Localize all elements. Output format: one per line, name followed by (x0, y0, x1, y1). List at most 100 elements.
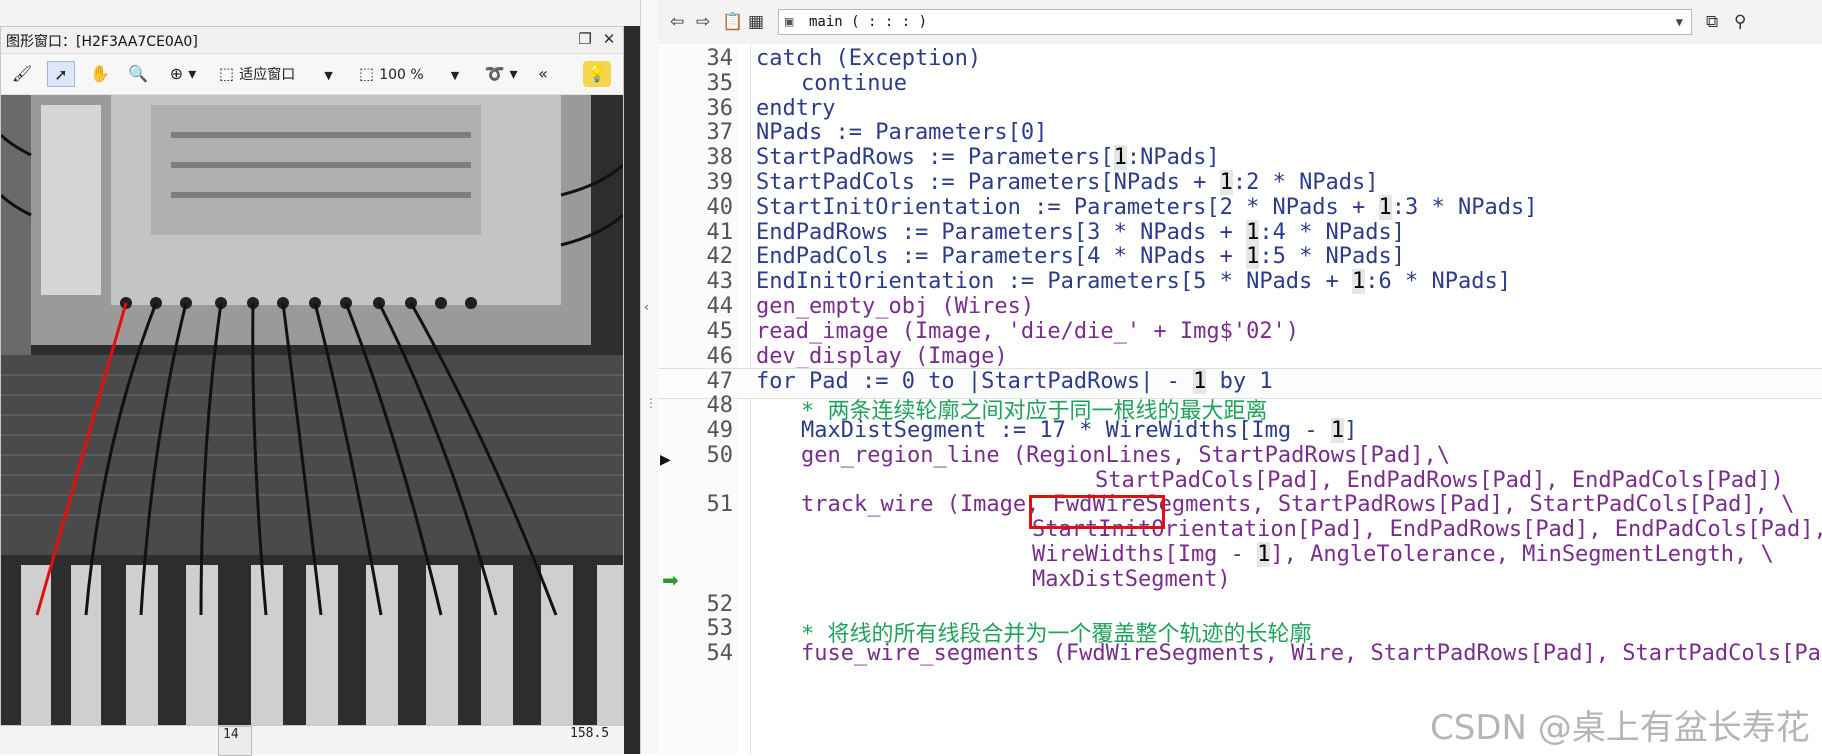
code-token: gen_empty_obj (Wires) (756, 294, 1035, 319)
line-number: 52 (706, 591, 734, 617)
code-token: MaxDistSegment := 17 * WireWidths[Img - (801, 418, 1331, 443)
line-number: 38 (706, 145, 734, 171)
highlight-box (1029, 495, 1165, 529)
table-row-value: 158.5 (570, 726, 610, 741)
grid-icon[interactable]: ▦ (748, 12, 764, 32)
line-number: 43 (706, 269, 734, 295)
code-token: WireWidths[Img - (1032, 542, 1258, 567)
procedure-select[interactable]: ▣ main ( : : : ) ▼ (778, 9, 1692, 35)
code-token: :NPads] (1126, 145, 1220, 171)
lightbulb-icon[interactable]: 💡 (583, 61, 611, 87)
code-token: NPads := Parameters[0] (756, 120, 1048, 146)
magnifier-icon[interactable]: 🔍 (125, 61, 151, 87)
lasso-icon[interactable]: ➰ ▾ (479, 61, 523, 87)
code-token: EndPadCols := Parameters[4 * NPads + (756, 244, 1247, 270)
code-token: 1 (1378, 194, 1392, 220)
code-text: fuse_wire_segments (FwdWireSegments, Wir… (801, 641, 1822, 666)
procedure-icon: ▣ (785, 14, 794, 30)
hand-icon[interactable]: ✋ (87, 61, 113, 87)
code-text: EndInitOrientation := Parameters[5 * NPa… (756, 269, 1511, 295)
fit-window-label: 适应窗口 (239, 67, 296, 83)
forward-arrow-icon[interactable]: ⇨ (696, 12, 710, 32)
line-number: 45 (706, 318, 734, 344)
code-text: StartPadRows := Parameters[1:NPads] (756, 145, 1220, 171)
line-number: 51 (706, 492, 734, 518)
pane-splitter[interactable]: ‹ ⋮ (640, 0, 660, 754)
code-token: 1 (1257, 542, 1271, 567)
splitter-grip-icon: ⋮ (645, 396, 657, 410)
graphics-window-titlebar[interactable]: 图形窗口：[H2F3AA7CE0A0] ❐ ✕ (1, 27, 623, 54)
pc-marker-icon: ▶ (660, 452, 671, 468)
code-text: MaxDistSegment) (1032, 567, 1231, 592)
line-number: 42 (706, 244, 734, 270)
more-tools-button[interactable]: « (533, 61, 553, 87)
line-number: 47 (706, 369, 734, 395)
code-text: StartPadCols := Parameters[NPads + 1:2 *… (756, 170, 1379, 195)
line-number: 53 (706, 616, 734, 642)
code-text: NPads := Parameters[0] (756, 120, 1047, 145)
line-number: 40 (706, 194, 734, 220)
code-text: continue (801, 71, 907, 96)
graphics-window[interactable]: 图形窗口：[H2F3AA7CE0A0] ❐ ✕ 🖌 ➚ ✋ 🔍 ⊕ ▾ ⬚ 适应… (0, 26, 624, 726)
code-line[interactable]: 54 fuse_wire_segments (FwdWireSegments, W… (658, 641, 1822, 670)
code-text: MaxDistSegment := 17 * WireWidths[Img - … (801, 418, 1357, 443)
code-token: EndPadRows := Parameters[3 * NPads + (756, 219, 1247, 245)
code-text: StartPadCols[Pad], EndPadRows[Pad], EndP… (1095, 468, 1784, 493)
code-token: by 1 (1206, 369, 1273, 395)
code-token: ] (1344, 418, 1358, 443)
code-token: :4 * NPads] (1259, 219, 1406, 245)
restore-icon[interactable]: ❐ (575, 29, 595, 49)
code-text: gen_empty_obj (Wires) (756, 294, 1034, 319)
pointer-icon[interactable]: ➚ (47, 61, 75, 87)
code-editor[interactable]: 34 catch (Exception) 35 continue 36 endtry 37 N… (658, 44, 1822, 754)
line-number: 49 (706, 418, 734, 443)
code-token: 1 (1330, 418, 1345, 443)
code-token: StartPadRows := Parameters[ (756, 145, 1114, 171)
fit-window-icon: ⬚ (219, 64, 235, 83)
procedure-name: main ( : : : ) (809, 14, 928, 30)
editor-toolbar: ⇦ ⇨ 📋 ▦ ▣ main ( : : : ) ▼ ⧉ ⚲ (658, 0, 1822, 45)
code-text: WireWidths[Img - 1], AngleTolerance, Min… (1032, 542, 1774, 567)
code-token: 1 (1246, 219, 1260, 245)
back-arrow-icon[interactable]: ⇦ (670, 12, 684, 32)
code-token: ], AngleTolerance, MinSegmentLength, \ (1270, 542, 1774, 567)
code-token: :2 * NPads] (1232, 170, 1379, 195)
code-token: StartPadCols := Parameters[NPads + (756, 170, 1220, 195)
pin-icon[interactable]: ⚲ (1734, 12, 1746, 32)
code-token: StartInitOrientation := Parameters[2 * N… (756, 194, 1379, 220)
code-text: for Pad := 0 to |StartPadRows| - 1 by 1 (756, 369, 1273, 395)
code-text: track_wire (Image, FwdWireSegments, Star… (801, 492, 1794, 517)
line-number: 37 (706, 120, 734, 146)
code-text: StartInitOrientation := Parameters[2 * N… (756, 194, 1538, 220)
line-number: 35 (706, 70, 734, 96)
line-number: 41 (706, 219, 734, 245)
window-icon[interactable]: ⧉ (1706, 12, 1718, 32)
line-number: 48 (706, 393, 734, 419)
code-token: StartPadCols[Pad], EndPadRows[Pad], EndP… (1095, 467, 1784, 493)
brush-icon[interactable]: 🖌 (9, 61, 35, 87)
breakpoint-arrow-icon[interactable]: ➡ (662, 568, 679, 592)
code-token: :3 * NPads] (1391, 194, 1538, 220)
code-token: 1 (1219, 170, 1233, 195)
zoom-dropdown[interactable]: ⬚ 100 % ▼ (359, 61, 469, 87)
image-canvas[interactable] (1, 95, 623, 725)
background-panel (624, 26, 640, 754)
zoom-in-icon[interactable]: ⊕ ▾ (161, 61, 205, 87)
fit-window-dropdown[interactable]: ⬚ 适应窗口 ▼ (219, 61, 349, 87)
graphics-window-title: 图形窗口：[H2F3AA7CE0A0] (6, 34, 198, 50)
die-image (1, 95, 623, 725)
code-token: 1 (1113, 145, 1127, 171)
watermark: CSDN @桌上有盆长寿花 (1430, 708, 1810, 748)
code-text: gen_region_line (RegionLines, StartPadRo… (801, 443, 1450, 468)
code-token: track_wire (Image, FwdWireSegments, Star… (801, 492, 1795, 518)
collapse-left-icon[interactable]: ‹ (644, 300, 649, 314)
close-icon[interactable]: ✕ (599, 29, 619, 49)
line-number: 34 (706, 46, 734, 71)
code-token: for Pad := 0 to |StartPadRows| - (756, 369, 1194, 395)
chevron-down-icon: ▼ (324, 69, 333, 82)
zoom-percent-icon: ⬚ (359, 64, 375, 83)
code-token: continue (801, 70, 907, 96)
graphics-window-toolbar: 🖌 ➚ ✋ 🔍 ⊕ ▾ ⬚ 适应窗口 ▼ ⬚ 100 % ▼ ➰ ▾ « 💡 (1, 54, 623, 95)
clipboard-icon[interactable]: 📋 (722, 12, 743, 32)
code-token: EndInitOrientation := Parameters[5 * NPa… (756, 269, 1353, 295)
